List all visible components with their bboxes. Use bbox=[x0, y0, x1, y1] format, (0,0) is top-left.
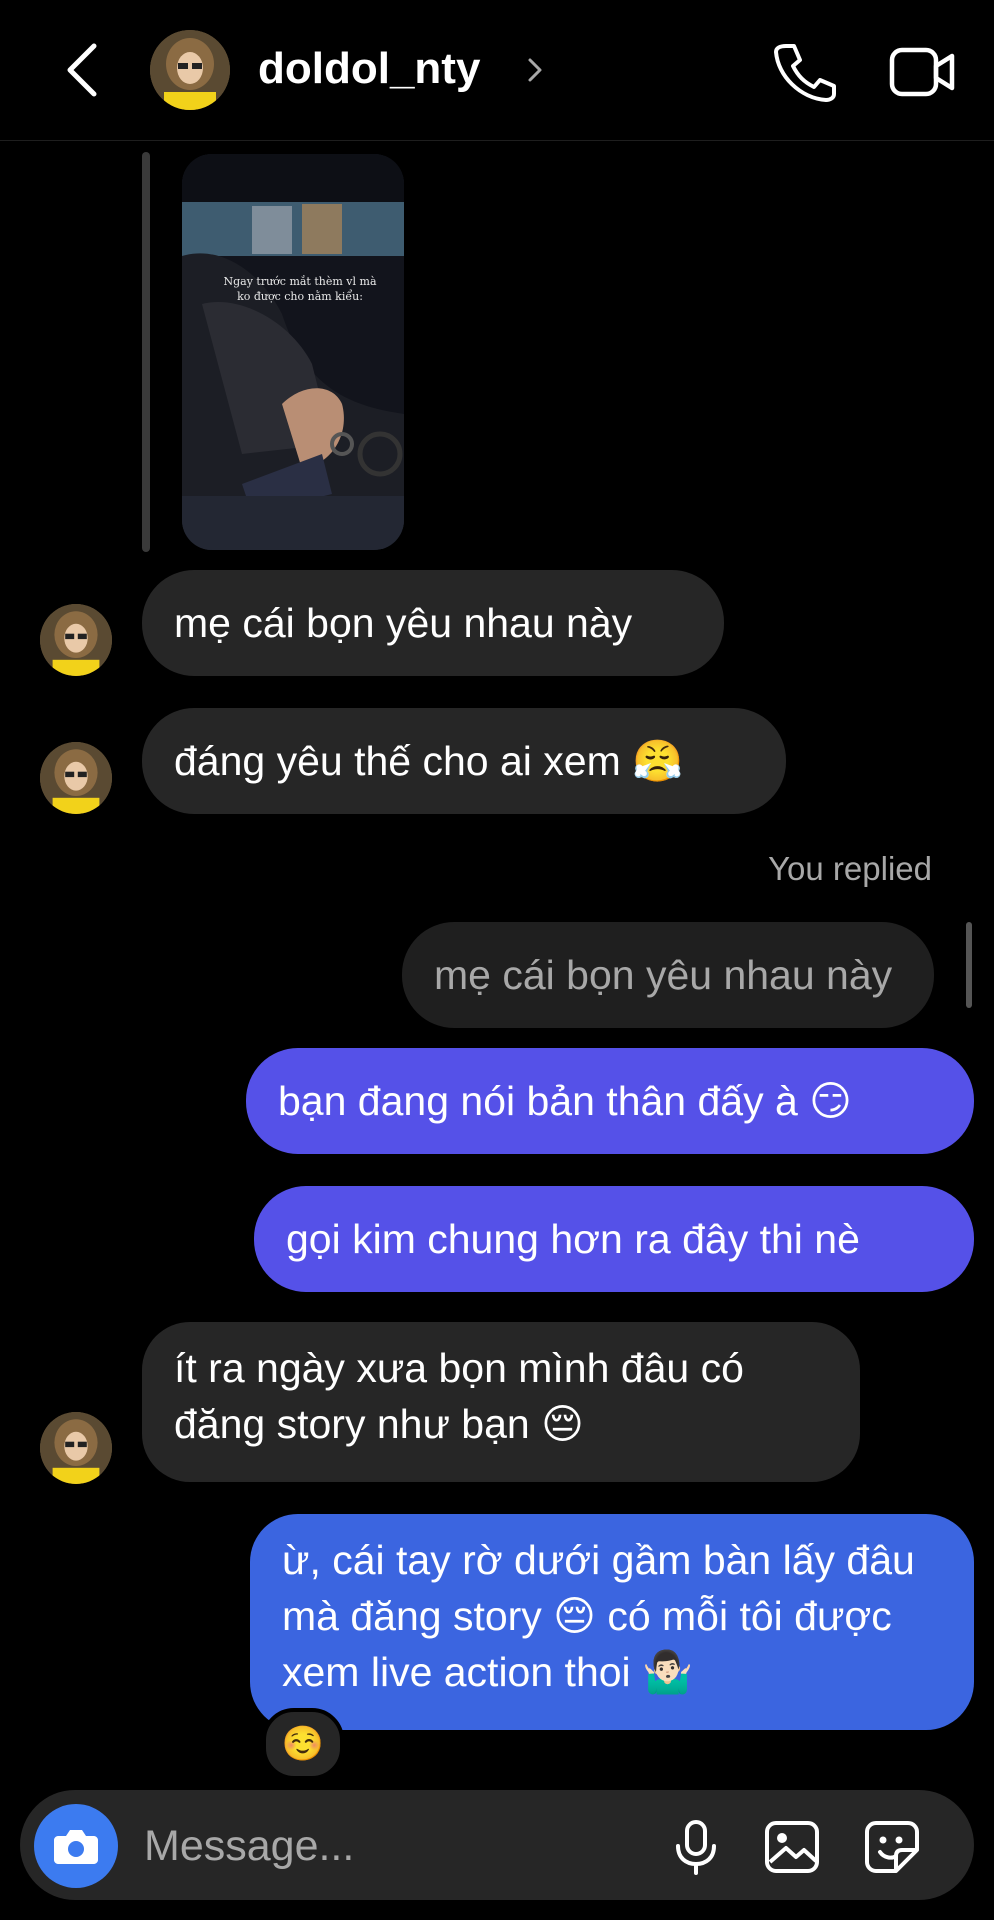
camera-button[interactable] bbox=[34, 1804, 118, 1888]
camera-icon bbox=[54, 1830, 98, 1864]
message-bubble-outgoing[interactable]: bạn đang nói bản thân đấy à 😏 bbox=[246, 1048, 974, 1154]
scrollbar[interactable] bbox=[966, 922, 972, 1008]
you-replied-label: You replied bbox=[768, 850, 932, 887]
reply-indicator-bar bbox=[142, 152, 150, 552]
message-bubble-incoming[interactable]: ít ra ngày xưa bọn mình đâu có đăng stor… bbox=[142, 1322, 860, 1482]
chat-username[interactable]: doldol_nty bbox=[258, 44, 480, 94]
message-composer bbox=[20, 1790, 974, 1900]
story-thumbnail[interactable]: Ngay trước mắt thèm vl mà ko được cho nằ… bbox=[182, 154, 404, 550]
phone-icon[interactable] bbox=[768, 40, 838, 104]
message-input[interactable] bbox=[142, 1812, 566, 1880]
message-bubble-outgoing[interactable]: ừ, cái tay rờ dưới gầm bàn lấy đâu mà đă… bbox=[250, 1514, 974, 1730]
sender-avatar[interactable] bbox=[40, 742, 112, 814]
microphone-icon[interactable] bbox=[666, 1818, 726, 1876]
message-bubble-incoming[interactable]: mẹ cái bọn yêu nhau này bbox=[142, 570, 724, 676]
back-arrow-icon[interactable] bbox=[58, 42, 108, 98]
sticker-icon[interactable] bbox=[862, 1818, 922, 1876]
message-bubble-incoming[interactable]: đáng yêu thế cho ai xem 😤 bbox=[142, 708, 786, 814]
reaction-badge[interactable]: ☺️ bbox=[262, 1708, 344, 1780]
sender-avatar[interactable] bbox=[40, 1412, 112, 1484]
video-camera-icon[interactable] bbox=[888, 42, 958, 102]
story-caption: Ngay trước mắt thèm vl mà ko được cho nằ… bbox=[223, 275, 377, 303]
gallery-icon[interactable] bbox=[762, 1818, 822, 1876]
chevron-right-icon[interactable] bbox=[524, 50, 548, 90]
profile-avatar[interactable] bbox=[150, 30, 230, 110]
chat-header: doldol_nty bbox=[0, 0, 994, 141]
sender-avatar[interactable] bbox=[40, 604, 112, 676]
message-bubble-outgoing[interactable]: gọi kim chung hơn ra đây thi nè bbox=[254, 1186, 974, 1292]
quoted-message[interactable]: mẹ cái bọn yêu nhau này bbox=[402, 922, 934, 1028]
